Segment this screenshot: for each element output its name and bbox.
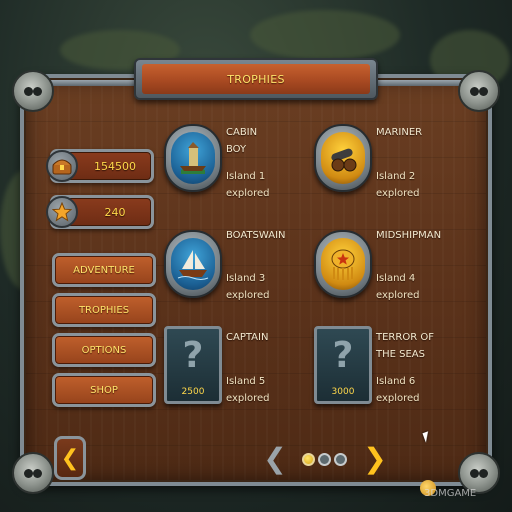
trophy-description-line: explored xyxy=(376,188,420,199)
trophy-title-line: CABIN xyxy=(226,127,258,138)
watermark-text: 3DMGAME xyxy=(424,488,477,499)
ship-on-island-icon xyxy=(171,132,215,184)
skull-ornament-icon xyxy=(12,452,54,494)
trophy-medal-mariner xyxy=(314,124,372,192)
options-button[interactable]: OPTIONS xyxy=(52,333,156,367)
shop-button[interactable]: SHOP xyxy=(52,373,156,407)
trophy-title: MIDSHIPMAN xyxy=(376,227,456,244)
page-indicator-dot[interactable] xyxy=(318,453,331,466)
chevron-left-icon: ❮ xyxy=(60,445,80,471)
adventure-button[interactable]: ADVENTURE xyxy=(52,253,156,287)
trophy-description-line: Island 6 xyxy=(376,376,416,387)
trophy-title-line: MIDSHIPMAN xyxy=(376,230,442,241)
treasure-chest-icon xyxy=(46,150,78,182)
trophy-title-line: MARINER xyxy=(376,127,423,138)
question-mark-icon: ? xyxy=(332,335,354,376)
map-island xyxy=(250,10,400,60)
trophy-description-line: Island 3 xyxy=(226,273,266,284)
back-button[interactable]: ❮ xyxy=(54,436,86,480)
trophy-title-line: THE SEAS xyxy=(376,349,425,360)
page-title: TROPHIES xyxy=(142,64,370,94)
trophy-description-line: Island 1 xyxy=(226,171,266,182)
chevron-left-icon: ❮ xyxy=(263,442,287,475)
stars-value: 240 xyxy=(104,205,126,219)
trophy-medal-cabin-boy xyxy=(164,124,222,192)
trophy-title: MARINER xyxy=(376,124,456,141)
trophy-title-line: BOATSWAIN xyxy=(226,230,286,241)
trophy-medal-boatswain xyxy=(164,230,222,298)
trophy-title-line: TERROR OF xyxy=(376,332,434,343)
trophy-description: Island 2 explored xyxy=(376,168,456,202)
gold-value: 154500 xyxy=(94,159,136,173)
skull-ornament-icon xyxy=(12,70,54,112)
trophy-title-line: BOY xyxy=(226,144,247,155)
question-mark-icon: ? xyxy=(182,335,204,376)
trophy-description-line: explored xyxy=(376,290,420,301)
previous-page-button[interactable]: ❮ xyxy=(262,444,288,474)
trophy-description: Island 1 explored xyxy=(226,168,306,202)
cannon-icon xyxy=(321,132,365,184)
epaulette-icon xyxy=(321,238,365,290)
trophy-title: CAPTAIN xyxy=(226,329,306,346)
trophy-description-line: Island 5 xyxy=(226,376,266,387)
chevron-right-icon: ❯ xyxy=(363,442,387,475)
trophy-description-line: explored xyxy=(226,393,270,404)
trophy-description-line: Island 2 xyxy=(376,171,416,182)
page-indicator-dot[interactable] xyxy=(302,453,315,466)
trophy-cost: 2500 xyxy=(181,387,205,397)
trophy-locked-captain: ? 2500 xyxy=(164,326,222,404)
trophy-locked-terror-of-the-seas: ? 3000 xyxy=(314,326,372,404)
trophy-title: BOATSWAIN xyxy=(226,227,306,244)
trophies-button[interactable]: TROPHIES xyxy=(52,293,156,327)
next-page-button[interactable]: ❯ xyxy=(362,444,388,474)
trophy-cost: 3000 xyxy=(331,387,355,397)
trophy-title: TERROR OF THE SEAS xyxy=(376,329,456,363)
page-indicator-dot[interactable] xyxy=(334,453,347,466)
star-icon xyxy=(46,196,78,228)
trophy-title-line: CAPTAIN xyxy=(226,332,269,343)
trophy-description-line: Island 4 xyxy=(376,273,416,284)
trophy-medal-midshipman xyxy=(314,230,372,298)
skull-ornament-icon xyxy=(458,70,500,112)
trophy-description: Island 5 explored xyxy=(226,373,306,407)
sailing-ship-icon xyxy=(171,238,215,290)
trophy-description: Island 6 explored xyxy=(376,373,456,407)
trophy-description-line: explored xyxy=(376,393,420,404)
trophy-description: Island 3 explored xyxy=(226,270,306,304)
trophy-description-line: explored xyxy=(226,290,270,301)
trophy-title: CABIN BOY xyxy=(226,124,306,158)
trophy-description: Island 4 explored xyxy=(376,270,456,304)
trophy-description-line: explored xyxy=(226,188,270,199)
